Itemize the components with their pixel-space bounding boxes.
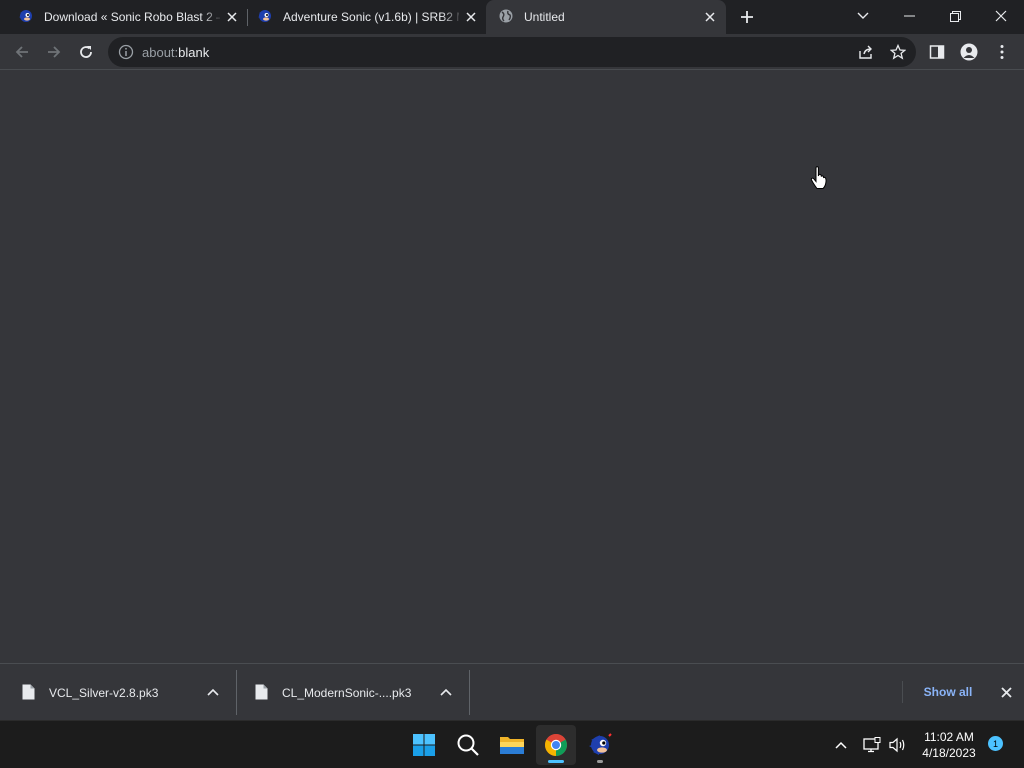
hand-cursor-icon [810, 166, 827, 189]
chrome-icon [545, 734, 567, 756]
minimize-icon [903, 15, 915, 17]
arrow-left-icon [15, 46, 28, 58]
download-options-button[interactable] [205, 684, 221, 700]
network-button[interactable] [860, 733, 884, 757]
reload-icon [80, 46, 92, 58]
tab-search-button[interactable] [840, 0, 886, 32]
tab-adventure-sonic[interactable]: Adventure Sonic (v1.6b) | SRB2 M [245, 0, 485, 34]
speaker-icon [889, 737, 905, 753]
url-path: blank [178, 45, 210, 60]
file-explorer-button[interactable] [492, 725, 532, 765]
globe-icon [499, 9, 513, 23]
show-hidden-icons-button[interactable] [829, 733, 853, 757]
close-window-button[interactable] [978, 0, 1024, 32]
show-all-downloads-button[interactable]: Show all [914, 682, 982, 702]
bookmark-button[interactable] [888, 42, 908, 62]
clock-date: 4/18/2023 [922, 746, 976, 760]
url-scheme: about: [142, 45, 179, 60]
url-text[interactable]: about:blank [142, 45, 209, 60]
windows-logo-icon [413, 734, 435, 756]
chevron-down-icon [857, 12, 869, 19]
arrow-right-icon [48, 46, 61, 58]
chevron-up-icon [835, 741, 847, 749]
menu-button[interactable] [988, 38, 1016, 66]
minimize-button[interactable] [886, 0, 932, 32]
download-shelf: VCL_Silver-v2.8.pk3 CL_ModernSonic-....p… [0, 663, 1024, 720]
chevron-up-icon [440, 688, 452, 696]
download-filename: VCL_Silver-v2.8.pk3 [49, 686, 159, 700]
profile-button[interactable] [955, 38, 983, 66]
plus-icon [741, 11, 753, 23]
file-icon [255, 684, 268, 700]
page-content[interactable] [0, 71, 1024, 663]
tab-strip: Download « Sonic Robo Blast 2 – Adventur… [0, 0, 1024, 34]
close-icon [466, 12, 476, 22]
volume-button[interactable] [886, 733, 910, 757]
start-button[interactable] [404, 725, 444, 765]
close-icon [995, 10, 1007, 22]
close-icon [1000, 686, 1012, 698]
info-icon[interactable] [118, 44, 134, 60]
side-panel-button[interactable] [923, 38, 951, 66]
tab-untitled[interactable]: Untitled [486, 0, 726, 34]
browser-toolbar: about:blank [0, 34, 1024, 70]
new-tab-button[interactable] [736, 6, 758, 28]
more-vertical-icon [1000, 45, 1004, 59]
share-button[interactable] [856, 42, 876, 62]
download-filename: CL_ModernSonic-....pk3 [282, 686, 412, 700]
tab-close-button[interactable] [463, 9, 479, 25]
profile-icon [960, 43, 978, 61]
address-bar[interactable]: about:blank [108, 37, 916, 67]
tab-close-button[interactable] [224, 9, 240, 25]
srb2-taskbar-button[interactable] [580, 725, 620, 765]
download-options-button[interactable] [438, 684, 454, 700]
search-icon [457, 734, 479, 756]
tab-title: Download « Sonic Robo Blast 2 – [44, 10, 220, 24]
reload-button[interactable] [72, 38, 100, 66]
restore-button[interactable] [932, 0, 978, 32]
forward-button[interactable] [40, 38, 68, 66]
tab-title: Untitled [524, 10, 565, 24]
taskbar: 11:02 AM 4/18/2023 [0, 720, 1024, 768]
sonic-favicon-icon [19, 10, 32, 22]
side-panel-icon [929, 45, 945, 59]
search-button[interactable] [448, 725, 488, 765]
tab-title: Adventure Sonic (v1.6b) | SRB2 M [283, 10, 459, 24]
close-icon [705, 12, 715, 22]
chrome-taskbar-button[interactable] [536, 725, 576, 765]
file-icon [22, 684, 35, 700]
tab-close-button[interactable] [702, 9, 718, 25]
network-icon [863, 737, 881, 753]
folder-icon [500, 737, 524, 754]
sonic-app-icon [589, 733, 612, 755]
download-item[interactable]: VCL_Silver-v2.8.pk3 [0, 664, 236, 721]
share-icon [859, 45, 872, 59]
restore-icon [949, 10, 961, 22]
close-shelf-button[interactable] [997, 683, 1015, 701]
clock-time: 11:02 AM [924, 730, 974, 744]
chevron-up-icon [207, 688, 219, 696]
download-item[interactable]: CL_ModernSonic-....pk3 [237, 664, 469, 721]
star-icon [890, 44, 906, 60]
notification-badge[interactable]: 1 [988, 736, 1003, 751]
sonic-favicon-icon [258, 10, 271, 22]
taskbar-clock[interactable]: 11:02 AM 4/18/2023 [914, 729, 984, 761]
back-button[interactable] [8, 38, 36, 66]
tab-download-srb2[interactable]: Download « Sonic Robo Blast 2 – [6, 0, 246, 34]
close-icon [227, 12, 237, 22]
